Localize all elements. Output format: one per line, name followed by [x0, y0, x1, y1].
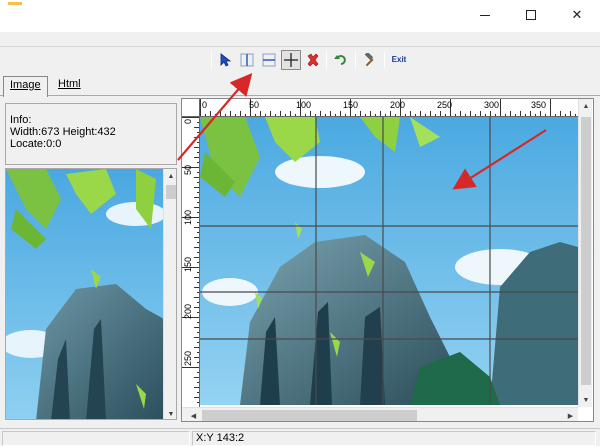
ruler-label: 200	[390, 100, 406, 110]
info-panel: Info: Width:673 Height:432 Locate:0:0	[5, 103, 177, 165]
scroll-thumb[interactable]	[581, 117, 591, 385]
editable-image-canvas[interactable]	[200, 117, 578, 405]
exit-icon: Exit	[391, 55, 407, 64]
status-bar: X:Y 143:2	[0, 428, 600, 446]
ruler-label: 100	[183, 210, 193, 226]
ruler-label: 0	[202, 100, 208, 110]
toolbar-separator	[384, 51, 385, 69]
undo-icon	[334, 55, 346, 65]
horizontal-ruler: 0 50 100 150 200 250 300 350	[200, 99, 581, 117]
tab-html[interactable]: Html	[52, 76, 87, 96]
pointer-tool-button[interactable]	[216, 50, 236, 70]
exit-button[interactable]: Exit	[389, 50, 409, 70]
toolbar-separator	[355, 51, 356, 69]
ruler-label: 200	[183, 304, 193, 320]
undo-button[interactable]	[331, 50, 351, 70]
ruler-label: 100	[296, 100, 312, 110]
status-cell	[192, 431, 596, 446]
maximize-icon	[526, 10, 536, 20]
minimize-icon	[480, 14, 490, 16]
horizontal-split-button[interactable]	[259, 50, 279, 70]
ruler-label: 350	[531, 100, 547, 110]
scroll-up-arrow-icon[interactable]: ▲	[164, 169, 176, 183]
scroll-thumb[interactable]	[166, 185, 176, 199]
delete-button[interactable]	[303, 50, 323, 70]
scroll-down-arrow-icon[interactable]: ▼	[579, 393, 593, 407]
delete-icon	[307, 53, 319, 67]
app-icon	[8, 2, 22, 5]
maximize-button[interactable]	[508, 0, 554, 30]
settings-button[interactable]	[360, 50, 380, 70]
pointer-icon	[220, 53, 232, 67]
cross-split-icon	[284, 53, 298, 67]
hammer-icon	[364, 53, 374, 67]
ruler-label: 150	[343, 100, 359, 110]
ruler-label: 0	[183, 119, 193, 125]
info-title: Info:	[10, 114, 32, 126]
scroll-right-arrow-icon[interactable]: ▶	[563, 408, 578, 421]
canvas-vertical-scrollbar[interactable]: ▲ ▼	[578, 99, 592, 407]
close-button[interactable]: ✕	[554, 0, 600, 30]
tab-strip: Image Html	[0, 74, 600, 97]
scroll-up-arrow-icon[interactable]: ▲	[579, 99, 593, 113]
thumbnail-panel: ▲ ▼	[5, 168, 177, 420]
toolbar-separator	[326, 51, 327, 69]
ruler-label: 250	[437, 100, 453, 110]
cross-split-button[interactable]	[281, 50, 301, 70]
ruler-corner	[182, 99, 200, 117]
title-bar: ✕	[0, 0, 600, 32]
ruler-label: 300	[484, 100, 500, 110]
vertical-ruler: 0 50 100 150 200 250	[182, 117, 200, 407]
vertical-split-icon	[240, 53, 254, 67]
ruler-label: 50	[183, 165, 193, 176]
vertical-split-button[interactable]	[237, 50, 257, 70]
info-locate: Locate:0:0	[10, 138, 62, 150]
close-icon: ✕	[571, 7, 583, 23]
thumbnail-image	[6, 169, 164, 419]
scroll-down-arrow-icon[interactable]: ▼	[164, 407, 176, 419]
ruler-label: 250	[183, 351, 193, 367]
info-size: Width:673 Height:432	[10, 126, 116, 138]
toolbar-separator	[211, 51, 212, 69]
status-cell	[2, 431, 190, 446]
minimize-button[interactable]	[462, 0, 508, 30]
canvas-horizontal-scrollbar[interactable]: ◀ ▶	[182, 407, 578, 421]
ruler-label: 150	[183, 257, 193, 273]
image-editor-panel: 0 50 100 150 200 250 300 350 0 50 100 15…	[181, 98, 594, 422]
scroll-thumb[interactable]	[202, 410, 417, 421]
thumbnail-vertical-scrollbar[interactable]: ▲ ▼	[163, 169, 176, 419]
cursor-coordinates: X:Y 143:2	[196, 432, 245, 444]
scroll-left-arrow-icon[interactable]: ◀	[186, 408, 201, 421]
horizontal-split-icon	[262, 53, 276, 67]
ruler-label: 50	[249, 100, 260, 110]
toolbar: Exit	[0, 46, 600, 72]
tab-image[interactable]: Image	[3, 76, 48, 97]
